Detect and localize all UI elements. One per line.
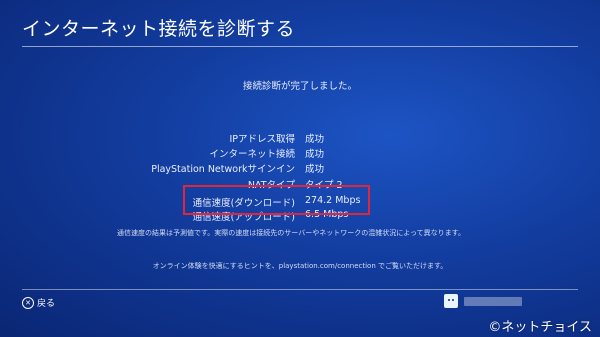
result-label: IPアドレス取得	[229, 134, 295, 145]
result-row-ip: IPアドレス取得 成功	[0, 131, 600, 145]
download-speed-highlight	[183, 185, 370, 215]
avatar-icon	[444, 294, 458, 308]
hint-note: オンライン体験を快適にするヒントを、playstation.com/connec…	[152, 262, 448, 270]
result-value: 成功	[305, 134, 325, 145]
title-divider	[22, 46, 578, 47]
result-label: インターネット接続	[209, 149, 295, 160]
status-message: 接続診断が完了しました。	[242, 81, 357, 92]
cross-icon: ✕	[22, 296, 34, 309]
result-row-psn: PlayStation Networkサインイン 成功	[0, 161, 600, 175]
result-row-internet: インターネット接続 成功	[0, 146, 600, 160]
back-button[interactable]: ✕ 戻る	[22, 296, 55, 309]
username-redacted	[464, 296, 522, 306]
result-label: PlayStation Networkサインイン	[151, 164, 295, 175]
page-title: インターネット接続を診断する	[22, 18, 296, 40]
back-label: 戻る	[37, 299, 56, 309]
result-value: 成功	[305, 164, 325, 175]
footer-divider	[22, 289, 578, 290]
prediction-note: 通信速度の結果は予測値です。実際の速度は接続先のサーバーやネットワークの混雑状況…	[117, 229, 465, 237]
user-profile	[444, 294, 522, 308]
result-value: 成功	[305, 149, 325, 160]
watermark: ©ネットチョイス	[488, 320, 592, 335]
